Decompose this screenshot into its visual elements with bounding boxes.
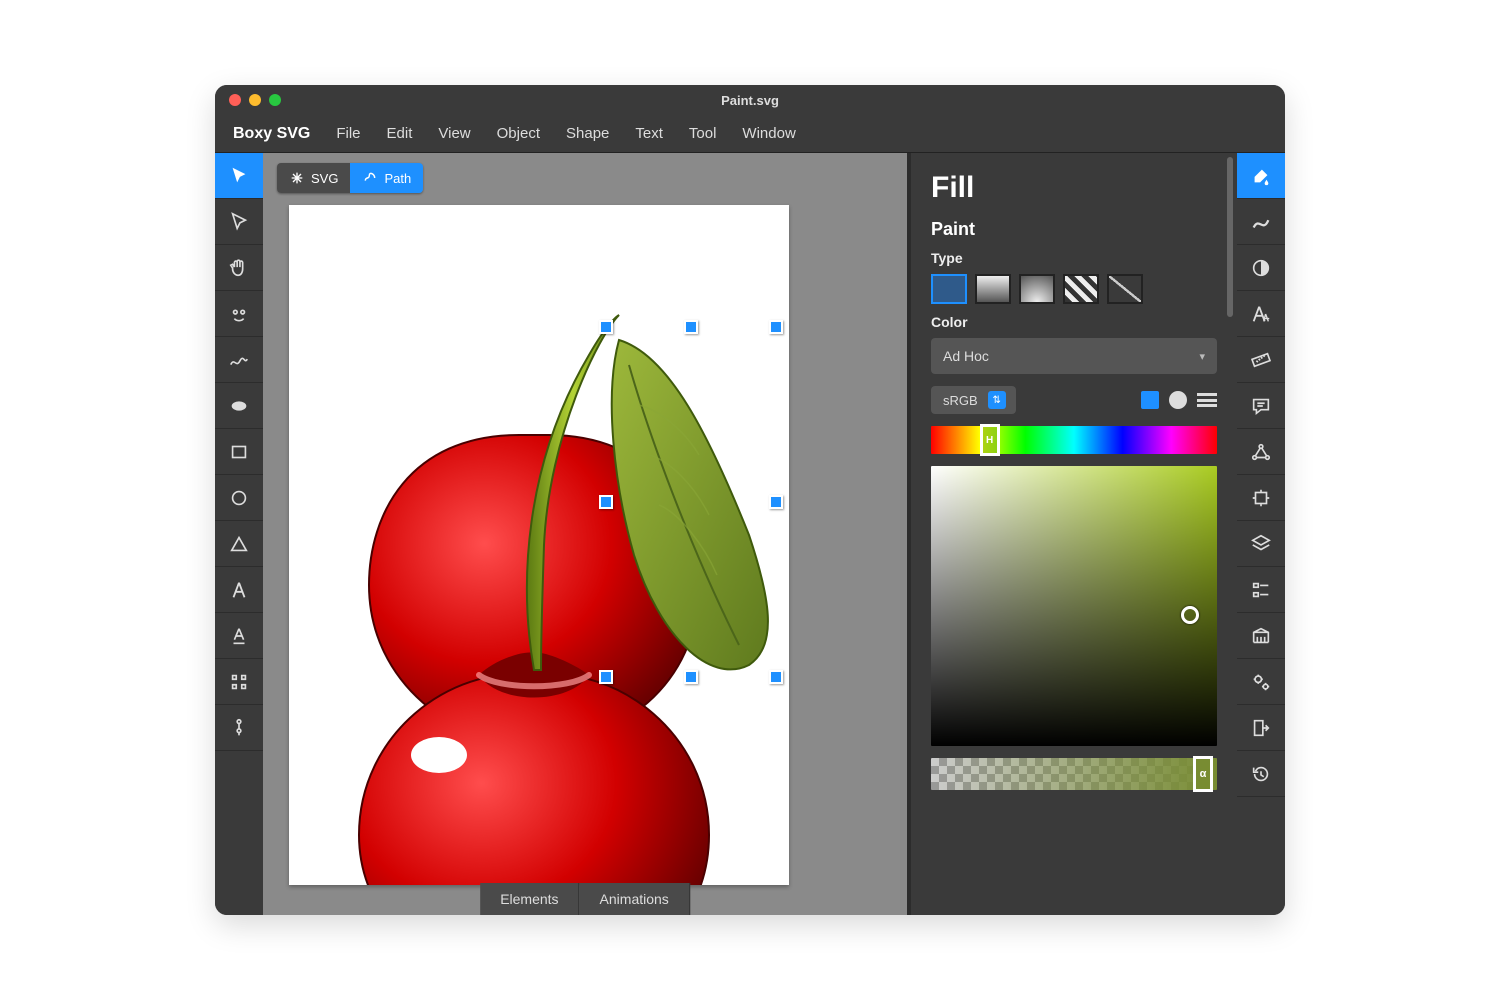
hue-thumb[interactable]: H (980, 424, 1000, 456)
type-none[interactable] (1107, 274, 1143, 304)
alpha-thumb[interactable]: α (1193, 756, 1213, 792)
panel-export[interactable] (1237, 705, 1285, 751)
tool-text[interactable] (215, 567, 263, 613)
color-space-select[interactable]: sRGB ⇅ (931, 386, 1016, 414)
canvas-artwork (289, 205, 789, 885)
svg-canvas[interactable] (289, 205, 789, 885)
asterisk-icon (289, 170, 305, 186)
panel-section: Paint (931, 219, 1217, 240)
selection-handle[interactable] (599, 495, 613, 509)
tool-ellipse-blob[interactable] (215, 383, 263, 429)
picker-mode-switch (1141, 391, 1217, 409)
type-pattern[interactable] (1063, 274, 1099, 304)
panel-compositing[interactable] (1237, 245, 1285, 291)
type-label: Type (931, 250, 1217, 266)
menu-tool[interactable]: Tool (689, 125, 717, 142)
panel-geometry[interactable] (1237, 429, 1285, 475)
color-space-value: sRGB (943, 393, 978, 408)
tool-edit-path[interactable] (215, 199, 263, 245)
panel-history[interactable] (1237, 751, 1285, 797)
type-radial-gradient[interactable] (1019, 274, 1055, 304)
menu-file[interactable]: File (336, 125, 360, 142)
alpha-slider[interactable]: α (931, 758, 1217, 790)
panel-title: Fill (931, 171, 1217, 205)
type-solid[interactable] (931, 274, 967, 304)
tab-elements[interactable]: Elements (480, 883, 579, 915)
app-body: SVG Path (215, 153, 1285, 915)
breadcrumb-path[interactable]: Path (350, 163, 423, 193)
app-brand[interactable]: Boxy SVG (233, 125, 310, 143)
type-linear-gradient[interactable] (975, 274, 1011, 304)
tool-view-crop[interactable] (215, 659, 263, 705)
tool-pan-hand[interactable] (215, 245, 263, 291)
menu-edit[interactable]: Edit (387, 125, 413, 142)
updown-icon: ⇅ (988, 391, 1006, 409)
menu-shape[interactable]: Shape (566, 125, 609, 142)
picker-mode-wheel[interactable] (1169, 391, 1187, 409)
fill-panel: Fill Paint Type Color Ad Hoc ▾ sRGB ⇅ (907, 153, 1237, 915)
color-preset-select[interactable]: Ad Hoc ▾ (931, 338, 1217, 374)
tool-rectangle[interactable] (215, 429, 263, 475)
menu-text[interactable]: Text (635, 125, 663, 142)
panel-properties[interactable] (1237, 567, 1285, 613)
panel-comments[interactable] (1237, 383, 1285, 429)
chevron-down-icon: ▾ (1199, 350, 1205, 363)
hue-slider[interactable]: H (931, 426, 1217, 454)
selection-handle[interactable] (769, 320, 783, 334)
color-preset-value: Ad Hoc (943, 348, 989, 364)
menu-window[interactable]: Window (742, 125, 795, 142)
panel-settings[interactable] (1237, 659, 1285, 705)
menubar: Boxy SVG File Edit View Object Shape Tex… (215, 115, 1285, 153)
panel-stroke[interactable] (1237, 199, 1285, 245)
canvas-area[interactable]: SVG Path (263, 153, 907, 915)
breadcrumb-svg[interactable]: SVG (277, 163, 350, 193)
tool-freehand[interactable] (215, 337, 263, 383)
selection-handle[interactable] (684, 320, 698, 334)
window-title: Paint.svg (215, 93, 1285, 108)
picker-mode-sliders[interactable] (1197, 393, 1217, 407)
tool-cursor[interactable] (215, 153, 263, 199)
selection-handle[interactable] (769, 670, 783, 684)
panel-layers[interactable] (1237, 521, 1285, 567)
menu-object[interactable]: Object (497, 125, 540, 142)
saturation-value-picker[interactable] (931, 466, 1217, 746)
panel-artboard[interactable] (1237, 475, 1285, 521)
path-icon (362, 170, 378, 186)
menu-view[interactable]: View (438, 125, 470, 142)
breadcrumb: SVG Path (277, 163, 423, 193)
panel-ruler[interactable] (1237, 337, 1285, 383)
picker-mode-square[interactable] (1141, 391, 1159, 409)
panel-scrollbar[interactable] (1227, 157, 1233, 317)
selection-handle[interactable] (769, 495, 783, 509)
sv-cursor[interactable] (1181, 606, 1199, 624)
panel-typography[interactable] (1237, 291, 1285, 337)
color-label: Color (931, 314, 1217, 330)
panel-fill[interactable] (1237, 153, 1285, 199)
paint-type-row (931, 274, 1217, 304)
selection-handle[interactable] (599, 670, 613, 684)
titlebar[interactable]: Paint.svg (215, 85, 1285, 115)
right-toolbar (1237, 153, 1285, 915)
breadcrumb-svg-label: SVG (311, 171, 338, 186)
tool-text-path[interactable] (215, 613, 263, 659)
selection-handle[interactable] (599, 320, 613, 334)
panel-library[interactable] (1237, 613, 1285, 659)
tool-connector[interactable] (215, 705, 263, 751)
breadcrumb-path-label: Path (384, 171, 411, 186)
tab-animations[interactable]: Animations (580, 883, 690, 915)
app-window: Paint.svg Boxy SVG File Edit View Object… (215, 85, 1285, 915)
tool-circle[interactable] (215, 475, 263, 521)
selection-handle[interactable] (684, 670, 698, 684)
left-toolbar (215, 153, 263, 915)
footer-tabs: Elements Animations (480, 883, 690, 915)
tool-shape-builder[interactable] (215, 291, 263, 337)
tool-triangle[interactable] (215, 521, 263, 567)
